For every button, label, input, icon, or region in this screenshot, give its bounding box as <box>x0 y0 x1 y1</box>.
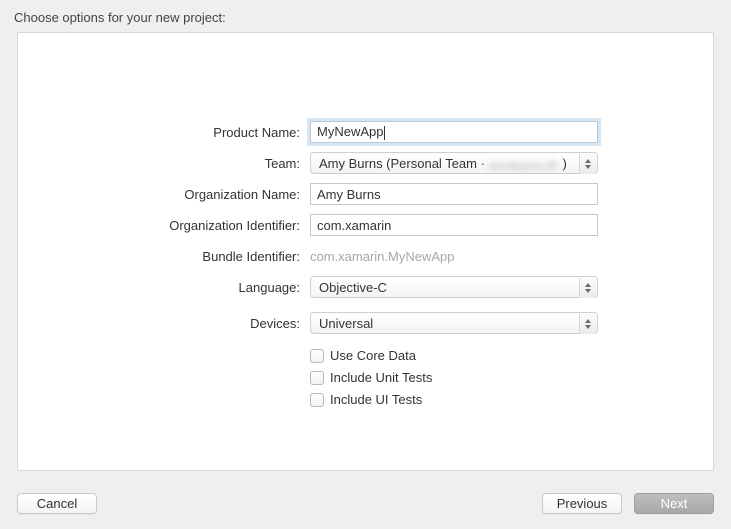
language-select[interactable]: Objective-C <box>310 276 598 298</box>
include-unit-row: . Include Unit Tests <box>18 370 713 385</box>
include-ui-checkbox[interactable] <box>310 393 324 407</box>
org-name-label: Organization Name: <box>18 187 310 202</box>
options-panel: Product Name: MyNewApp Team: Amy Burns (… <box>17 32 714 471</box>
include-unit-label: Include Unit Tests <box>330 370 432 385</box>
org-id-label: Organization Identifier: <box>18 218 310 233</box>
use-core-data-checkbox[interactable] <box>310 349 324 363</box>
product-name-label: Product Name: <box>18 125 310 140</box>
cancel-button[interactable]: Cancel <box>17 493 97 514</box>
stepper-icon <box>579 314 596 334</box>
team-value: Amy Burns (Personal Team · amyburns.@) <box>319 156 567 171</box>
project-options-form: Product Name: MyNewApp Team: Amy Burns (… <box>18 121 713 414</box>
team-select[interactable]: Amy Burns (Personal Team · amyburns.@) <box>310 152 598 174</box>
devices-label: Devices: <box>18 316 310 331</box>
page-heading: Choose options for your new project: <box>0 0 731 31</box>
footer-bar: Cancel Previous Next <box>0 477 731 529</box>
stepper-icon <box>579 278 596 298</box>
org-id-row: Organization Identifier: <box>18 214 713 236</box>
team-label: Team: <box>18 156 310 171</box>
bundle-id-value: com.xamarin.MyNewApp <box>310 245 598 267</box>
org-name-row: Organization Name: <box>18 183 713 205</box>
stepper-icon <box>579 154 596 174</box>
team-row: Team: Amy Burns (Personal Team · amyburn… <box>18 152 713 174</box>
previous-button[interactable]: Previous <box>542 493 622 514</box>
language-row: Language: Objective-C <box>18 276 713 298</box>
use-core-data-label: Use Core Data <box>330 348 416 363</box>
product-name-row: Product Name: MyNewApp <box>18 121 713 143</box>
product-name-input[interactable]: MyNewApp <box>310 121 598 143</box>
text-caret-icon <box>384 126 385 140</box>
devices-value: Universal <box>319 316 373 331</box>
bundle-id-label: Bundle Identifier: <box>18 249 310 264</box>
product-name-value: MyNewApp <box>317 124 383 139</box>
language-label: Language: <box>18 280 310 295</box>
devices-select[interactable]: Universal <box>310 312 598 334</box>
devices-row: Devices: Universal <box>18 312 713 334</box>
org-id-input[interactable] <box>310 214 598 236</box>
next-button[interactable]: Next <box>634 493 714 514</box>
include-ui-label: Include UI Tests <box>330 392 422 407</box>
language-value: Objective-C <box>319 280 387 295</box>
org-name-input[interactable] <box>310 183 598 205</box>
bundle-id-row: Bundle Identifier: com.xamarin.MyNewApp <box>18 245 713 267</box>
include-ui-row: . Include UI Tests <box>18 392 713 407</box>
use-core-data-row: . Use Core Data <box>18 348 713 363</box>
include-unit-checkbox[interactable] <box>310 371 324 385</box>
